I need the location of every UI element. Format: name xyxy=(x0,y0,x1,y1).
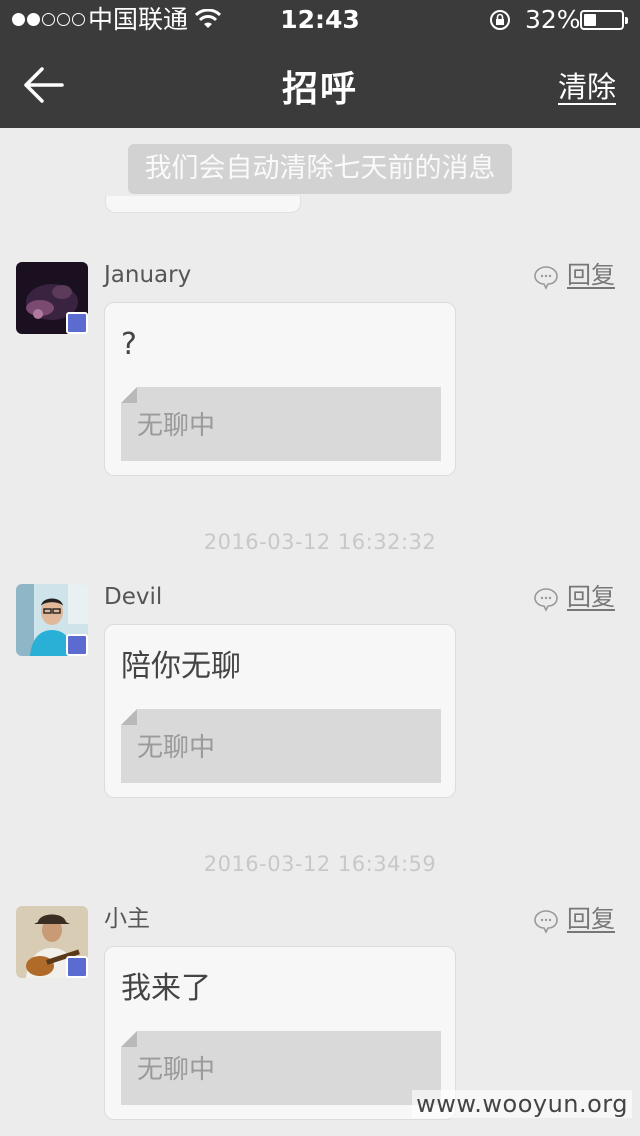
page-title: 招呼 xyxy=(281,69,358,110)
comment-icon xyxy=(534,266,558,290)
message-text: 陪你无聊 xyxy=(121,649,241,684)
quoted-text: 无聊中 xyxy=(137,411,216,441)
message-text: ? xyxy=(121,327,137,362)
comment-icon xyxy=(534,588,558,612)
clear-button[interactable]: 清除 xyxy=(558,64,616,106)
quoted-greeting: 无聊中 xyxy=(121,387,441,461)
battery-percent: 32% xyxy=(525,5,581,34)
rotation-lock-icon xyxy=(490,10,510,30)
message-card: 我来了 无聊中 xyxy=(104,946,456,1120)
previous-message-card xyxy=(105,196,301,213)
quoted-text: 无聊中 xyxy=(137,733,216,763)
status-bar: 中国联通 12:43 32% xyxy=(0,0,640,40)
username[interactable]: 小主 xyxy=(104,906,150,932)
watermark: www.wooyun.org xyxy=(412,1090,632,1118)
message-item: January 回复 ? 无聊中 xyxy=(0,262,640,482)
top-bar: 中国联通 12:43 32% 招呼 清除 xyxy=(0,0,640,128)
message-card: ? 无聊中 xyxy=(104,302,456,476)
message-card: 陪你无聊 无聊中 xyxy=(104,624,456,798)
user-badge xyxy=(66,634,88,656)
battery-icon xyxy=(580,10,628,30)
reply-label: 回复 xyxy=(567,261,615,289)
username[interactable]: Devil xyxy=(104,584,162,610)
message-timestamp: 2016-03-12 16:34:59 xyxy=(203,852,437,876)
comment-icon xyxy=(534,910,558,934)
message-item: Devil 回复 陪你无聊 无聊中 xyxy=(0,584,640,804)
auto-clear-notice: 我们会自动清除七天前的消息 xyxy=(128,144,512,194)
reply-label: 回复 xyxy=(567,905,615,933)
user-badge xyxy=(66,312,88,334)
user-badge xyxy=(66,956,88,978)
message-text: 我来了 xyxy=(121,971,211,1006)
quoted-greeting: 无聊中 xyxy=(121,1031,441,1105)
username[interactable]: January xyxy=(104,262,191,288)
reply-label: 回复 xyxy=(567,583,615,611)
quoted-text: 无聊中 xyxy=(137,1055,216,1085)
message-timestamp: 2016-03-12 16:32:32 xyxy=(203,530,437,554)
quoted-greeting: 无聊中 xyxy=(121,709,441,783)
